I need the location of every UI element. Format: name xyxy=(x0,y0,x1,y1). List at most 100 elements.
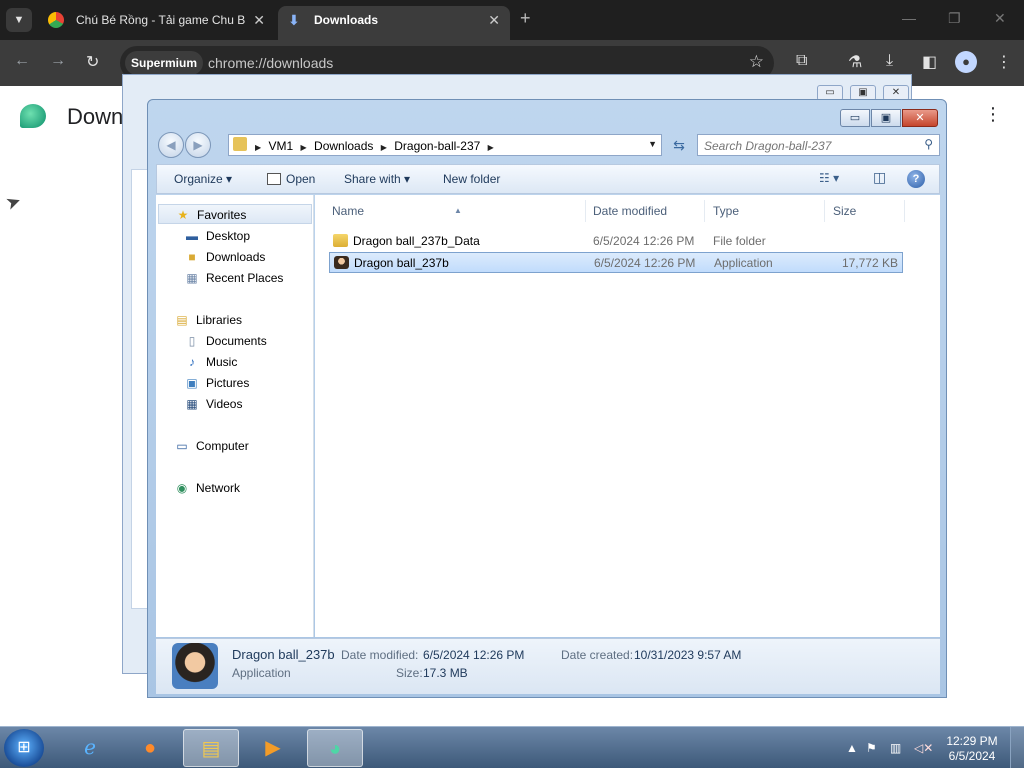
address-dropdown-icon[interactable]: ▼ xyxy=(648,139,657,149)
organize-button[interactable]: Organize ▾ xyxy=(174,172,232,186)
window-maximize-button[interactable]: ❐ xyxy=(948,10,961,27)
window-close-button[interactable]: ✕ xyxy=(994,10,1006,27)
libraries-icon: ▤ xyxy=(176,313,188,327)
videos-film-icon: ▦ xyxy=(186,397,198,411)
bookmark-star-icon[interactable]: ☆ xyxy=(749,52,764,72)
music-note-icon: ♪ xyxy=(189,355,195,369)
folder-icon xyxy=(233,137,247,151)
clock-date: 6/5/2024 xyxy=(948,749,996,763)
window-minimize-button[interactable]: — xyxy=(902,10,916,26)
details-file-name: Dragon ball_237b xyxy=(232,647,335,662)
volume-muted-icon[interactable]: ◁✕ xyxy=(914,741,933,755)
media-player-icon[interactable]: ▶ xyxy=(245,729,301,767)
refresh-icon[interactable]: ⇆ xyxy=(668,134,690,156)
navigation-pane: ★ Favorites ▬ Desktop ■ Downloads ▦ Recent P… xyxy=(156,195,314,637)
reload-icon[interactable]: ↻ xyxy=(86,52,99,72)
start-button[interactable]: ⊞ xyxy=(4,729,44,767)
chrome-menu-icon[interactable]: ⋮ xyxy=(996,52,1012,72)
breadcrumb-downloads[interactable]: Downloads xyxy=(314,139,373,153)
file-type: File folder xyxy=(713,234,766,248)
minimize-button[interactable]: ▭ xyxy=(840,109,870,127)
back-button[interactable]: ◀ xyxy=(158,132,184,158)
maximize-button[interactable]: ▣ xyxy=(871,109,901,127)
views-icon[interactable]: ☷ ▾ xyxy=(819,171,839,185)
command-bar: Organize ▾ Open Share with ▾ New folder … xyxy=(156,164,940,194)
file-date-modified: 6/5/2024 12:26 PM xyxy=(594,256,696,270)
explorer-window[interactable]: ▭ ▣ ✕ ◀ ▶ ▶ VM1 ▶ Downloads ▶ Dragon-bal… xyxy=(147,99,947,698)
network-tray-icon[interactable]: ▥ xyxy=(890,741,901,755)
tab-label: Chú Bé Rồng - Tải game Chu B xyxy=(76,13,246,27)
open-button[interactable]: Open xyxy=(267,172,315,186)
labs-flask-icon[interactable]: ⚗ xyxy=(848,52,862,72)
new-tab-button[interactable]: + xyxy=(520,8,531,29)
forward-arrow-icon[interactable]: → xyxy=(50,52,66,70)
side-panel-icon[interactable]: ◧ xyxy=(922,52,937,72)
breadcrumb-arrow-icon[interactable]: ▶ xyxy=(488,143,494,152)
nav-favorites[interactable]: ★ Favorites xyxy=(158,204,312,224)
breadcrumb-vm1[interactable]: VM1 xyxy=(269,139,294,153)
open-app-icon xyxy=(267,173,281,185)
back-arrow-icon: ◀ xyxy=(166,138,176,152)
tab-label: Downloads xyxy=(314,13,379,27)
clock-time: 12:29 PM xyxy=(946,734,998,748)
file-name: Dragon ball_237b xyxy=(354,256,449,270)
internet-explorer-icon[interactable]: ℯ xyxy=(62,729,118,767)
page-menu-icon[interactable]: ⋮ xyxy=(984,104,1002,125)
firefox-icon[interactable]: ● xyxy=(122,729,178,767)
tab-close-icon[interactable]: ✕ xyxy=(253,6,265,34)
tab-downloads[interactable]: ⬇ Downloads ✕ xyxy=(278,6,510,40)
search-input[interactable] xyxy=(704,138,914,154)
file-list: Name ▲ Date modified Type Size Dragon ba… xyxy=(315,195,940,637)
column-header-type[interactable]: Type xyxy=(705,200,825,222)
close-button[interactable]: ✕ xyxy=(902,109,938,127)
supermium-browser-icon[interactable]: ◕ xyxy=(307,729,363,767)
details-date-created-label: Date created: xyxy=(561,648,634,662)
tab-close-icon[interactable]: ✕ xyxy=(488,6,500,34)
chevron-down-icon: ▼ xyxy=(13,14,25,26)
show-hidden-icons-icon[interactable]: ▲ xyxy=(846,741,858,755)
breadcrumb-arrow-icon[interactable]: ▶ xyxy=(255,143,261,152)
table-row[interactable]: Dragon ball_237b 6/5/2024 12:26 PM Applica… xyxy=(329,252,903,273)
documents-icon: ▯ xyxy=(188,334,196,348)
download-icon: ⬇ xyxy=(288,12,300,28)
action-center-flag-icon[interactable]: ⚑ xyxy=(866,741,877,755)
url-text[interactable]: chrome://downloads xyxy=(208,55,333,71)
recent-places-icon: ▦ xyxy=(186,271,198,285)
extensions-icon[interactable]: ⧉ xyxy=(796,52,807,70)
show-desktop-button[interactable] xyxy=(1010,727,1024,768)
tab-search-button[interactable]: ▼ xyxy=(6,8,32,32)
address-bar[interactable]: ▶ VM1 ▶ Downloads ▶ Dragon-ball-237 ▶ ▼ xyxy=(228,134,662,156)
system-clock[interactable]: 12:29 PM 6/5/2024 xyxy=(940,734,1004,764)
breadcrumb-dragon-ball-237[interactable]: Dragon-ball-237 xyxy=(394,139,480,153)
downloads-icon[interactable]: ⤓ xyxy=(886,52,893,70)
table-row[interactable]: Dragon ball_237b_Data 6/5/2024 12:26 PM Fi… xyxy=(329,231,903,252)
details-date-modified-label: Date modified: xyxy=(341,648,419,662)
breadcrumb-arrow-icon[interactable]: ▶ xyxy=(381,143,387,152)
new-folder-button[interactable]: New folder xyxy=(443,172,500,186)
breadcrumb-arrow-icon[interactable]: ▶ xyxy=(301,143,307,152)
star-icon: ★ xyxy=(177,208,189,222)
column-header-size[interactable]: Size xyxy=(825,200,905,222)
forward-arrow-icon: ▶ xyxy=(193,138,203,152)
downloads-folder-icon: ■ xyxy=(188,250,196,264)
computer-icon: ▭ xyxy=(176,439,188,453)
forward-button[interactable]: ▶ xyxy=(185,132,211,158)
profile-avatar-icon[interactable]: ● xyxy=(955,51,977,73)
column-header-name[interactable]: Name ▲ xyxy=(324,200,586,222)
open-label: Open xyxy=(286,172,316,186)
details-pane: Dragon ball_237b Application Date modifi… xyxy=(156,638,940,694)
preview-pane-icon[interactable]: ◫ xyxy=(873,169,886,186)
search-box[interactable]: ⚲ xyxy=(697,134,940,156)
column-header-date-modified[interactable]: Date modified xyxy=(585,200,705,222)
back-arrow-icon[interactable]: ← xyxy=(14,52,30,70)
pictures-icon: ▣ xyxy=(186,376,198,390)
explorer-folder-icon[interactable]: ▤ xyxy=(183,729,239,767)
details-file-type: Application xyxy=(232,666,291,680)
share-with-button[interactable]: Share with ▾ xyxy=(344,172,410,186)
search-icon[interactable]: ⚲ xyxy=(924,137,933,151)
folder-icon xyxy=(333,234,348,247)
file-size: 17,772 KB xyxy=(841,256,898,270)
browser-chip[interactable]: Supermium xyxy=(125,51,204,75)
tab-chu-be-rong[interactable]: Chú Bé Rồng - Tải game Chu B ✕ xyxy=(40,6,275,40)
help-icon[interactable]: ? xyxy=(907,170,925,188)
